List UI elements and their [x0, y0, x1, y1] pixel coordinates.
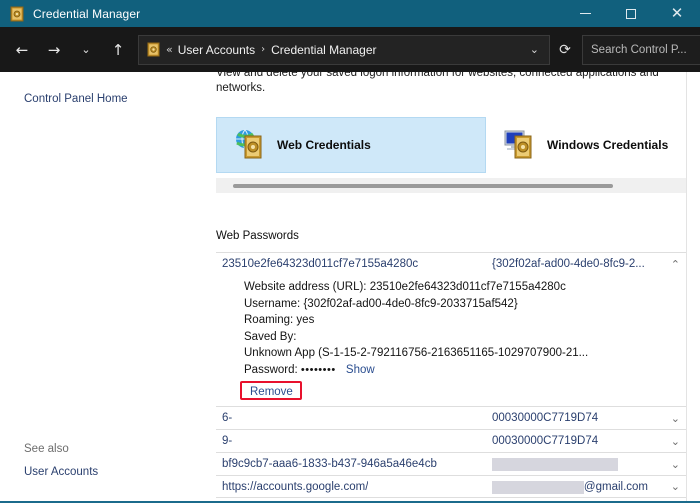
breadcrumb-overflow-icon[interactable]: «: [166, 43, 173, 56]
forward-button[interactable]: →: [38, 34, 70, 66]
chevron-down-icon[interactable]: ⌄: [671, 436, 680, 447]
credential-list: 23510e2fe64323d011cf7e7155a4280c {302f02…: [216, 252, 686, 498]
chevron-down-icon[interactable]: ⌄: [671, 459, 680, 470]
chevron-up-icon[interactable]: ⌃: [671, 259, 680, 270]
detail-roaming: Roaming: yes: [244, 312, 686, 329]
detail-password-label: Password:: [244, 363, 298, 376]
credential-username: 00030000C7719D74: [492, 435, 599, 447]
forward-arrow-icon: →: [47, 40, 61, 59]
back-arrow-icon: ←: [15, 40, 29, 59]
credential-row[interactable]: 6- 00030000C7719D74 ⌄: [216, 406, 686, 429]
breadcrumb-user-accounts[interactable]: User Accounts: [178, 43, 255, 57]
detail-url-label: Website address (URL):: [244, 281, 367, 293]
breadcrumb-separator-icon: ›: [261, 44, 266, 55]
credential-row[interactable]: 9- 00030000C7719D74 ⌄: [216, 429, 686, 452]
window-title: Credential Manager: [33, 6, 141, 21]
remove-credential-link[interactable]: Remove: [244, 384, 299, 400]
navigation-toolbar: ← → ⌄ ↑ « User Accounts › Credential Man…: [0, 27, 700, 72]
credential-row-expanded[interactable]: 23510e2fe64323d011cf7e7155a4280c {302f02…: [216, 252, 686, 275]
detail-saved-by-label: Saved By:: [244, 330, 297, 343]
credential-manager-window: Credential Manager ✕ ← → ⌄ ↑ « User Acco…: [0, 0, 700, 503]
content-divider: [686, 72, 687, 503]
window-controls: ✕: [562, 0, 700, 27]
detail-roaming-value: yes: [296, 314, 315, 326]
sidebar-item-control-panel-home[interactable]: Control Panel Home: [24, 93, 128, 105]
vault-icon: [9, 6, 25, 22]
detail-url: Website address (URL): 23510e2fe64323d01…: [244, 279, 686, 296]
chevron-down-icon[interactable]: ⌄: [671, 481, 680, 492]
address-vault-icon: [146, 42, 161, 57]
close-button[interactable]: ✕: [654, 0, 700, 27]
monitor-vault-icon: [503, 128, 539, 162]
redacted-username: [492, 481, 584, 494]
detail-username-value: {302f02af-ad00-4de0-8fc9-2033715af542}: [303, 297, 518, 310]
credential-username: 00030000C7719D74: [492, 412, 599, 424]
up-button[interactable]: ↑: [102, 34, 134, 66]
chevron-down-icon: ⌄: [81, 43, 91, 56]
content-area: Control Panel Home See also User Account…: [0, 72, 700, 503]
detail-username-label: Username:: [244, 297, 301, 310]
credential-detail-panel: Website address (URL): 23510e2fe64323d01…: [216, 275, 686, 406]
credential-username: {302f02af-ad00-4de0-8fc9-2...: [492, 258, 645, 270]
password-mask: ••••••••: [300, 363, 336, 376]
refresh-button[interactable]: ⟳: [550, 35, 580, 65]
detail-saved-by-value: Unknown App (S-1-15-2-792116756-21636511…: [244, 347, 589, 359]
remove-credential-container: Remove: [240, 381, 302, 400]
page-description: View and delete your saved logon informa…: [216, 72, 659, 94]
tab-web-credentials[interactable]: Web Credentials: [216, 117, 486, 173]
globe-vault-icon: [233, 128, 269, 162]
show-password-link[interactable]: Show: [346, 364, 375, 376]
up-arrow-icon: ↑: [111, 40, 125, 59]
address-bar[interactable]: « User Accounts › Credential Manager ⌄: [138, 34, 550, 65]
tab-windows-credentials[interactable]: Windows Credentials: [486, 117, 686, 173]
maximize-button[interactable]: [608, 0, 654, 27]
address-dropdown-icon[interactable]: ⌄: [530, 43, 539, 56]
tab-web-credentials-label: Web Credentials: [277, 138, 371, 152]
title-bar: Credential Manager ✕: [0, 0, 700, 27]
see-also-label: See also: [24, 443, 69, 455]
credential-name: 23510e2fe64323d011cf7e7155a4280c: [222, 258, 419, 270]
credential-row[interactable]: https://accounts.google.com/ @gmail.com …: [216, 475, 686, 498]
refresh-icon: ⟳: [559, 41, 571, 58]
redacted-username: [492, 458, 618, 471]
search-box[interactable]: ⚲: [582, 34, 700, 65]
minimize-icon: [579, 13, 591, 14]
sidebar-item-user-accounts[interactable]: User Accounts: [24, 466, 98, 478]
maximize-icon: [626, 8, 636, 19]
detail-password: Password: •••••••• Show: [244, 362, 686, 379]
detail-roaming-label: Roaming:: [244, 314, 294, 326]
tab-windows-credentials-label: Windows Credentials: [547, 138, 669, 152]
recent-locations-button[interactable]: ⌄: [70, 34, 102, 66]
credential-name: https://accounts.google.com/: [222, 480, 369, 493]
minimize-button[interactable]: [562, 0, 608, 27]
credential-row[interactable]: bf9c9cb7-aaa6-1833-b437-946a5a46e4cb ⌄: [216, 452, 686, 475]
chevron-down-icon[interactable]: ⌄: [671, 413, 680, 424]
credential-name: bf9c9cb7-aaa6-1833-b437-946a5a46e4cb: [222, 458, 437, 470]
back-button[interactable]: ←: [6, 34, 38, 66]
detail-username: Username: {302f02af-ad00-4de0-8fc9-20337…: [244, 296, 686, 313]
credential-name: 9-: [222, 435, 233, 447]
main-panel: View and delete your saved logon informa…: [200, 72, 686, 503]
close-icon: ✕: [670, 4, 684, 22]
credential-username: @gmail.com: [583, 480, 648, 493]
credential-name: 6-: [222, 412, 233, 424]
section-title-web-passwords: Web Passwords: [216, 230, 299, 242]
detail-url-value: 23510e2fe64323d011cf7e7155a4280c: [369, 281, 566, 293]
breadcrumb-credential-manager[interactable]: Credential Manager: [271, 43, 376, 57]
scrollbar-thumb[interactable]: [233, 184, 613, 188]
search-input[interactable]: [591, 43, 695, 56]
tabs-horizontal-scrollbar[interactable]: [216, 178, 686, 193]
credential-type-tabs: Web Credentials Windows Credentials: [216, 117, 686, 173]
sidebar: Control Panel Home See also User Account…: [0, 72, 200, 503]
